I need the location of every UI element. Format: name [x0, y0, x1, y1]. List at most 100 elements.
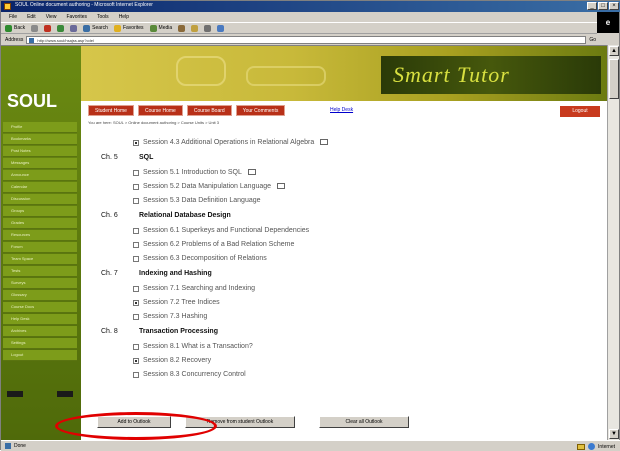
session-item[interactable]: Session 5.1 Introduction to SQL — [101, 166, 521, 180]
session-item[interactable]: Session 5.2 Data Manipulation Language — [101, 180, 521, 194]
search-icon — [83, 24, 91, 32]
status-text: Done — [14, 443, 26, 449]
help-link[interactable]: Help Desk — [330, 107, 353, 113]
title-bar: SOUL Online document authoring - Microso… — [1, 1, 620, 12]
sidebar-item[interactable]: Surveys — [3, 278, 77, 289]
sidebar-item[interactable]: Logout — [3, 350, 77, 361]
chapter-heading: Ch. 8 Transaction Processing — [101, 324, 521, 340]
sidebar-item[interactable]: Team Space — [3, 254, 77, 265]
session-checkbox[interactable] — [133, 344, 139, 350]
session-item[interactable]: Session 4.3 Additional Operations in Rel… — [101, 136, 521, 150]
tab-course-home[interactable]: Course Home — [137, 105, 183, 116]
session-checkbox[interactable] — [133, 256, 139, 262]
banner-decoration — [176, 56, 226, 86]
session-checkbox[interactable] — [133, 242, 139, 248]
session-item[interactable]: Session 7.3 Hashing — [101, 310, 521, 324]
session-checkbox[interactable] — [133, 314, 139, 320]
sidebar-item[interactable]: Settings — [3, 338, 77, 349]
sidebar-item[interactable]: Announce — [3, 170, 77, 181]
sidebar-item[interactable]: Messages — [3, 158, 77, 169]
history-icon[interactable] — [178, 24, 186, 32]
favorites-button[interactable]: Favorites — [113, 24, 144, 32]
chapter-title: Transaction Processing — [139, 328, 218, 335]
sidebar-item[interactable]: Bookmarks — [3, 134, 77, 145]
session-item[interactable]: Session 6.2 Problems of a Bad Relation S… — [101, 238, 521, 252]
refresh-icon[interactable] — [57, 24, 65, 32]
mail-icon[interactable] — [191, 24, 199, 32]
session-checkbox[interactable] — [133, 228, 139, 234]
session-checkbox[interactable] — [133, 140, 139, 146]
tab-student-home[interactable]: Student Home — [88, 105, 134, 116]
sidebar-item[interactable]: Profile — [3, 122, 77, 133]
media-button[interactable]: Media — [149, 24, 172, 32]
sidebar-item[interactable]: Help Desk — [3, 314, 77, 325]
session-checkbox[interactable] — [133, 286, 139, 292]
brand-title: Smart Tutor — [393, 62, 510, 87]
logout-button[interactable]: Logout — [560, 106, 600, 117]
notes-icon[interactable] — [320, 139, 329, 146]
sidebar-item[interactable]: Resources — [3, 230, 77, 241]
session-item[interactable]: Session 5.3 Data Definition Language — [101, 194, 521, 208]
go-button[interactable]: Go — [589, 37, 596, 43]
chapter-title: SQL — [139, 154, 154, 161]
soul-logo: SOUL — [7, 91, 58, 111]
tab-your-comments[interactable]: Your Comments — [235, 105, 286, 116]
sidebar-item[interactable]: Glossary — [3, 290, 77, 301]
session-checkbox[interactable] — [133, 198, 139, 204]
address-input[interactable]: http://www.soul/hsajss.asp?cdel — [26, 35, 587, 44]
session-item[interactable]: Session 7.2 Tree Indices — [101, 296, 521, 310]
menu-file[interactable]: File — [9, 14, 17, 20]
session-checkbox[interactable] — [133, 300, 139, 306]
scroll-down-icon[interactable]: ▼ — [609, 429, 619, 439]
status-bar: Done Internet — [1, 440, 620, 451]
notes-icon[interactable] — [277, 183, 285, 190]
menu-tools[interactable]: Tools — [97, 14, 109, 20]
search-button[interactable]: Search — [83, 24, 108, 32]
session-item[interactable]: Session 8.2 Recovery — [101, 354, 521, 368]
stop-icon[interactable] — [44, 24, 52, 32]
clear-outlook-button[interactable]: Clear all Outlook — [319, 416, 409, 428]
home-icon[interactable] — [70, 24, 78, 32]
tab-course-board[interactable]: Course Board — [186, 105, 232, 116]
sidebar-item[interactable]: Groups — [3, 206, 77, 217]
sidebar-item[interactable]: Discussion — [3, 194, 77, 205]
sidebar-item[interactable]: Post Notes — [3, 146, 77, 157]
forward-arrow-icon[interactable] — [31, 24, 39, 32]
sidebar-item[interactable]: Calendar — [3, 182, 77, 193]
vertical-scrollbar[interactable]: ▲ ▼ — [607, 45, 619, 440]
menu-bar: File Edit View Favorites Tools Help — [1, 12, 620, 22]
window-controls: _ □ × — [587, 2, 619, 10]
session-item[interactable]: Session 6.3 Decomposition of Relations — [101, 252, 521, 266]
notes-icon[interactable] — [247, 169, 256, 176]
sidebar-item[interactable]: Tests — [3, 266, 77, 277]
session-item[interactable]: Session 6.1 Superkeys and Functional Dep… — [101, 224, 521, 238]
prev-page-icon[interactable] — [7, 391, 23, 397]
minimize-button[interactable]: _ — [587, 2, 597, 10]
maximize-button[interactable]: □ — [598, 2, 608, 10]
session-checkbox[interactable] — [133, 170, 139, 176]
scroll-thumb[interactable] — [609, 59, 619, 99]
sidebar-item[interactable]: Archives — [3, 326, 77, 337]
session-checkbox[interactable] — [133, 184, 139, 190]
sidebar-item[interactable]: Grades — [3, 218, 77, 229]
next-page-icon[interactable] — [57, 391, 73, 397]
session-item[interactable]: Session 7.1 Searching and Indexing — [101, 282, 521, 296]
session-item[interactable]: Session 8.3 Concurrency Control — [101, 368, 521, 382]
chapter-title: Relational Database Design — [139, 212, 231, 219]
sidebar-footer — [7, 391, 73, 399]
session-item[interactable]: Session 8.1 What is a Transaction? — [101, 340, 521, 354]
sidebar-item[interactable]: Forum — [3, 242, 77, 253]
toolbar: Back Search Favorites Media — [1, 22, 597, 34]
sidebar-item[interactable]: Course Docs — [3, 302, 77, 313]
session-checkbox[interactable] — [133, 358, 139, 364]
scroll-up-icon[interactable]: ▲ — [609, 46, 619, 56]
menu-favorites[interactable]: Favorites — [66, 14, 87, 20]
back-button[interactable]: Back — [5, 24, 25, 32]
edit-icon[interactable] — [217, 24, 225, 32]
menu-view[interactable]: View — [46, 14, 57, 20]
menu-help[interactable]: Help — [119, 14, 129, 20]
print-icon[interactable] — [204, 24, 212, 32]
menu-edit[interactable]: Edit — [27, 14, 36, 20]
close-button[interactable]: × — [609, 2, 619, 10]
session-checkbox[interactable] — [133, 372, 139, 378]
